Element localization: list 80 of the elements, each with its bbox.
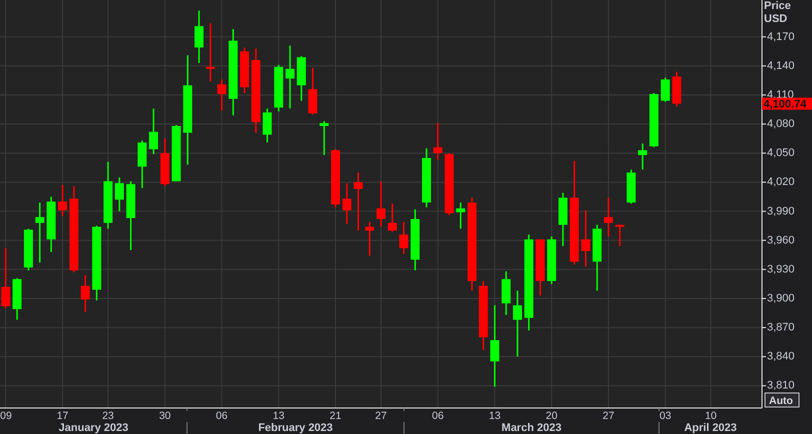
date-label: 10 bbox=[704, 410, 717, 422]
axis-tick-label: 4,080 bbox=[767, 118, 795, 130]
date-label: 13 bbox=[488, 410, 501, 422]
price-tag: 4,100.74 bbox=[762, 98, 812, 111]
candlestick bbox=[354, 172, 363, 231]
candlestick bbox=[206, 23, 215, 82]
candlestick bbox=[626, 170, 636, 204]
candlestick bbox=[1, 248, 10, 308]
candlestick bbox=[592, 224, 602, 291]
candlestick bbox=[308, 68, 318, 114]
candlestick bbox=[240, 47, 250, 94]
axis-tick-label: 3,840 bbox=[767, 350, 795, 363]
candlestick bbox=[194, 10, 204, 63]
axis-tick-label: 4,050 bbox=[767, 147, 795, 160]
candlestick bbox=[104, 162, 113, 229]
candlestick bbox=[160, 138, 170, 186]
date-label: 03 bbox=[659, 410, 672, 422]
month-label: February 2023 bbox=[258, 422, 333, 434]
axis-tick-label: 4,140 bbox=[767, 60, 795, 72]
candlestick bbox=[342, 183, 352, 224]
date-label: 27 bbox=[375, 410, 387, 422]
candlestick bbox=[456, 202, 466, 229]
candlestick bbox=[581, 210, 590, 266]
candlestick bbox=[615, 224, 624, 246]
month-label: January 2023 bbox=[58, 422, 128, 434]
candlestick bbox=[331, 149, 340, 208]
date-label: 06 bbox=[216, 410, 228, 422]
candlestick bbox=[376, 181, 386, 227]
candlestick bbox=[149, 108, 158, 154]
month-label: April 2023 bbox=[684, 422, 737, 434]
date-label: 17 bbox=[56, 410, 68, 422]
candlestick bbox=[80, 275, 90, 312]
candlestick bbox=[502, 271, 511, 315]
date-label: 09 bbox=[0, 410, 12, 422]
candlestick bbox=[320, 121, 329, 156]
candlestick bbox=[558, 192, 568, 246]
date-label: 30 bbox=[159, 410, 171, 422]
candlestick bbox=[672, 72, 682, 107]
axis-tick-label: 3,930 bbox=[767, 263, 795, 276]
candlestick bbox=[478, 281, 488, 350]
date-label: 27 bbox=[602, 410, 614, 422]
candlestick bbox=[296, 56, 306, 101]
date-label: 20 bbox=[546, 410, 558, 422]
candlestick bbox=[512, 290, 522, 357]
axis-tick-label: 3,870 bbox=[767, 322, 795, 334]
candlestick bbox=[262, 108, 272, 142]
date-label: 06 bbox=[432, 410, 444, 422]
date-label: 13 bbox=[272, 410, 284, 422]
axis-tick-label: 3,960 bbox=[767, 234, 795, 246]
candlestick bbox=[444, 153, 454, 216]
axis-tick-label: 3,900 bbox=[767, 292, 795, 304]
candlestick bbox=[547, 236, 556, 284]
axis-title: Price USD bbox=[764, 0, 792, 26]
candlestick bbox=[410, 209, 420, 270]
candlestick bbox=[217, 79, 226, 110]
axis-tick-label: 4,170 bbox=[767, 30, 795, 43]
candlestick bbox=[126, 181, 136, 250]
candlestick bbox=[138, 140, 147, 188]
candlestick bbox=[58, 185, 68, 216]
candlestick bbox=[286, 46, 295, 109]
date-label: 23 bbox=[102, 410, 114, 422]
candlestick bbox=[422, 148, 431, 208]
candlestick bbox=[388, 204, 397, 232]
candlestick bbox=[638, 143, 648, 170]
axis-tick-label: 3,810 bbox=[767, 380, 795, 392]
candlestick bbox=[536, 239, 545, 296]
date-label: 21 bbox=[330, 410, 342, 422]
candlestick bbox=[604, 198, 613, 236]
axis-tick-label: 4,020 bbox=[767, 176, 795, 188]
candlestick bbox=[35, 202, 44, 263]
candlestick bbox=[399, 222, 408, 254]
month-label: March 2023 bbox=[502, 422, 562, 434]
candlestick bbox=[433, 123, 442, 160]
candlestick bbox=[12, 278, 22, 320]
auto-button[interactable]: Auto bbox=[764, 392, 800, 408]
candlestick bbox=[46, 196, 56, 252]
candlestick bbox=[114, 177, 124, 212]
candlestick bbox=[274, 64, 284, 112]
candlestick bbox=[365, 222, 374, 256]
axis-tick-label: 3,990 bbox=[767, 205, 795, 218]
